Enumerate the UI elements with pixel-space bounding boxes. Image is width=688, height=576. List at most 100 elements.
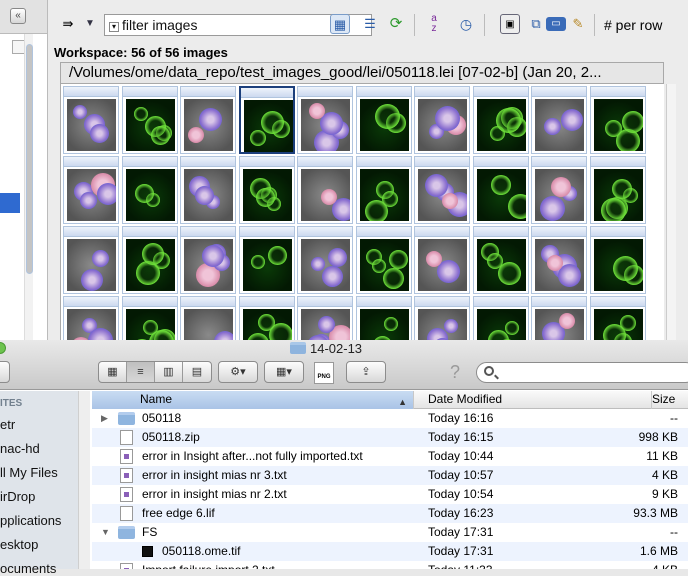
image-thumbnail[interactable]: [355, 156, 412, 224]
image-thumbnail[interactable]: [180, 226, 236, 294]
search-input[interactable]: [476, 362, 688, 383]
disclosure-triangle-icon[interactable]: ▶: [101, 409, 108, 428]
image-thumbnail[interactable]: [414, 296, 470, 340]
back-button[interactable]: [0, 361, 10, 383]
image-thumbnail[interactable]: [531, 226, 587, 294]
filter-dropdown-icon[interactable]: ▾: [109, 22, 119, 32]
image-thumbnail[interactable]: [355, 86, 412, 154]
image-thumbnail[interactable]: [472, 296, 529, 340]
image-thumbnail[interactable]: [297, 296, 353, 340]
thumbnail-image: [242, 309, 292, 340]
image-thumbnail[interactable]: [414, 156, 470, 224]
arrange-menu-button[interactable]: ▦▾: [264, 361, 304, 383]
per-row-label[interactable]: # per row: [604, 14, 662, 36]
image-thumbnail[interactable]: [121, 86, 178, 154]
file-row[interactable]: error in insight mias nr 2.txt Today 10:…: [92, 485, 688, 504]
image-thumbnail[interactable]: [531, 156, 587, 224]
image-thumbnail[interactable]: [63, 86, 119, 154]
image-thumbnail[interactable]: [63, 296, 119, 340]
image-thumbnail[interactable]: [180, 296, 236, 340]
save-thumbnails-icon[interactable]: ▣: [500, 14, 520, 34]
file-row[interactable]: ▶ 050118 Today 16:16 --: [92, 409, 688, 428]
grid-scrollbar[interactable]: [666, 84, 676, 340]
refresh-icon[interactable]: ⟳: [386, 14, 406, 34]
image-thumbnail[interactable]: [472, 156, 529, 224]
size-column-header[interactable]: Size: [652, 391, 688, 409]
collapse-icon[interactable]: «: [10, 8, 26, 24]
image-thumbnail[interactable]: [355, 226, 412, 294]
grid-view-icon[interactable]: ▦: [330, 14, 350, 34]
file-row[interactable]: Import failure import 2.txt Today 11:33 …: [92, 561, 688, 569]
image-thumbnail[interactable]: [238, 86, 295, 154]
sidebar-item[interactable]: ll My Files: [0, 465, 58, 480]
column-view-icon[interactable]: ▥: [155, 362, 183, 382]
sort-alpha-icon[interactable]: az: [424, 14, 444, 34]
file-row[interactable]: 050118.zip Today 16:15 998 KB: [92, 428, 688, 447]
scroll-thumb[interactable]: [26, 44, 33, 274]
filter-options-icon[interactable]: ⇛: [58, 14, 78, 34]
image-thumbnail[interactable]: [121, 296, 178, 340]
share-icon: ⇪: [361, 366, 371, 378]
image-thumbnail[interactable]: [472, 226, 529, 294]
image-thumbnail[interactable]: [63, 156, 119, 224]
image-thumbnail[interactable]: [297, 86, 353, 154]
image-thumbnail[interactable]: [238, 156, 295, 224]
chevron-down-icon[interactable]: ▼: [80, 14, 100, 34]
image-thumbnail[interactable]: [297, 226, 353, 294]
file-row[interactable]: ▼ FS Today 17:31 --: [92, 523, 688, 542]
sidebar-item[interactable]: esktop: [0, 537, 38, 552]
sidebar-item[interactable]: irDrop: [0, 489, 35, 504]
left-pane-scrollbar[interactable]: [24, 34, 33, 340]
image-thumbnail[interactable]: [297, 156, 353, 224]
cell-blob: [322, 266, 343, 287]
image-thumbnail[interactable]: [238, 296, 295, 340]
image-thumbnail[interactable]: [531, 296, 587, 340]
quicklook-png-icon[interactable]: PNG: [314, 362, 334, 384]
slideshow-icon[interactable]: ▭: [546, 17, 566, 31]
image-thumbnail[interactable]: [589, 86, 646, 154]
file-date: Today 17:31: [428, 525, 494, 539]
image-thumbnail[interactable]: [472, 86, 529, 154]
date-column-header[interactable]: Date Modified: [414, 391, 652, 409]
sort-date-icon[interactable]: ◷: [456, 14, 476, 34]
sidebar-item[interactable]: pplications: [0, 513, 61, 528]
file-row[interactable]: error in Insight after...not fully impor…: [92, 447, 688, 466]
list-view-icon[interactable]: ☰: [360, 14, 380, 34]
image-thumbnail[interactable]: [180, 156, 236, 224]
image-thumbnail[interactable]: [589, 226, 646, 294]
image-thumbnail[interactable]: [355, 296, 412, 340]
thumbnail-image: [125, 169, 175, 221]
name-column-header[interactable]: Name ▲: [92, 391, 414, 409]
file-row[interactable]: error in insight mias nr 3.txt Today 10:…: [92, 466, 688, 485]
zoom-button[interactable]: [0, 342, 6, 354]
image-thumbnail[interactable]: [238, 226, 295, 294]
image-thumbnail[interactable]: [63, 226, 119, 294]
file-row[interactable]: 050118.ome.tif Today 17:31 1.6 MB: [92, 542, 688, 561]
sidebar-scrollbar[interactable]: [78, 391, 90, 569]
action-menu-button[interactable]: ⚙▾: [218, 361, 258, 383]
image-thumbnail[interactable]: [414, 86, 470, 154]
help-icon[interactable]: ?: [450, 362, 460, 382]
icon-view-icon[interactable]: ▦: [99, 362, 127, 382]
left-pane-selection[interactable]: [0, 193, 20, 213]
sidebar-item[interactable]: nac-hd: [0, 441, 40, 456]
file-row[interactable]: free edge 6.lif Today 16:23 93.3 MB: [92, 504, 688, 523]
copy-icon[interactable]: ⧉: [526, 14, 546, 34]
image-thumbnail[interactable]: [121, 226, 178, 294]
coverflow-view-icon[interactable]: ▤: [183, 362, 211, 382]
image-thumbnail[interactable]: [589, 296, 646, 340]
image-thumbnail[interactable]: [180, 86, 236, 154]
list-view-icon[interactable]: ≡: [127, 362, 155, 382]
disclosure-triangle-icon[interactable]: ▼: [101, 523, 110, 542]
image-thumbnail[interactable]: [589, 156, 646, 224]
image-thumbnail[interactable]: [414, 226, 470, 294]
share-button[interactable]: ⇪: [346, 361, 386, 383]
thumbnail-header: [122, 87, 177, 97]
sidebar-item[interactable]: etr: [0, 417, 15, 432]
annotate-icon[interactable]: ✎: [568, 14, 588, 34]
view-switcher[interactable]: ▦ ≡ ▥ ▤: [98, 361, 212, 383]
thumbnail-header: [356, 297, 411, 307]
image-thumbnail[interactable]: [121, 156, 178, 224]
image-thumbnail[interactable]: [531, 86, 587, 154]
file-date: Today 10:57: [428, 468, 494, 482]
